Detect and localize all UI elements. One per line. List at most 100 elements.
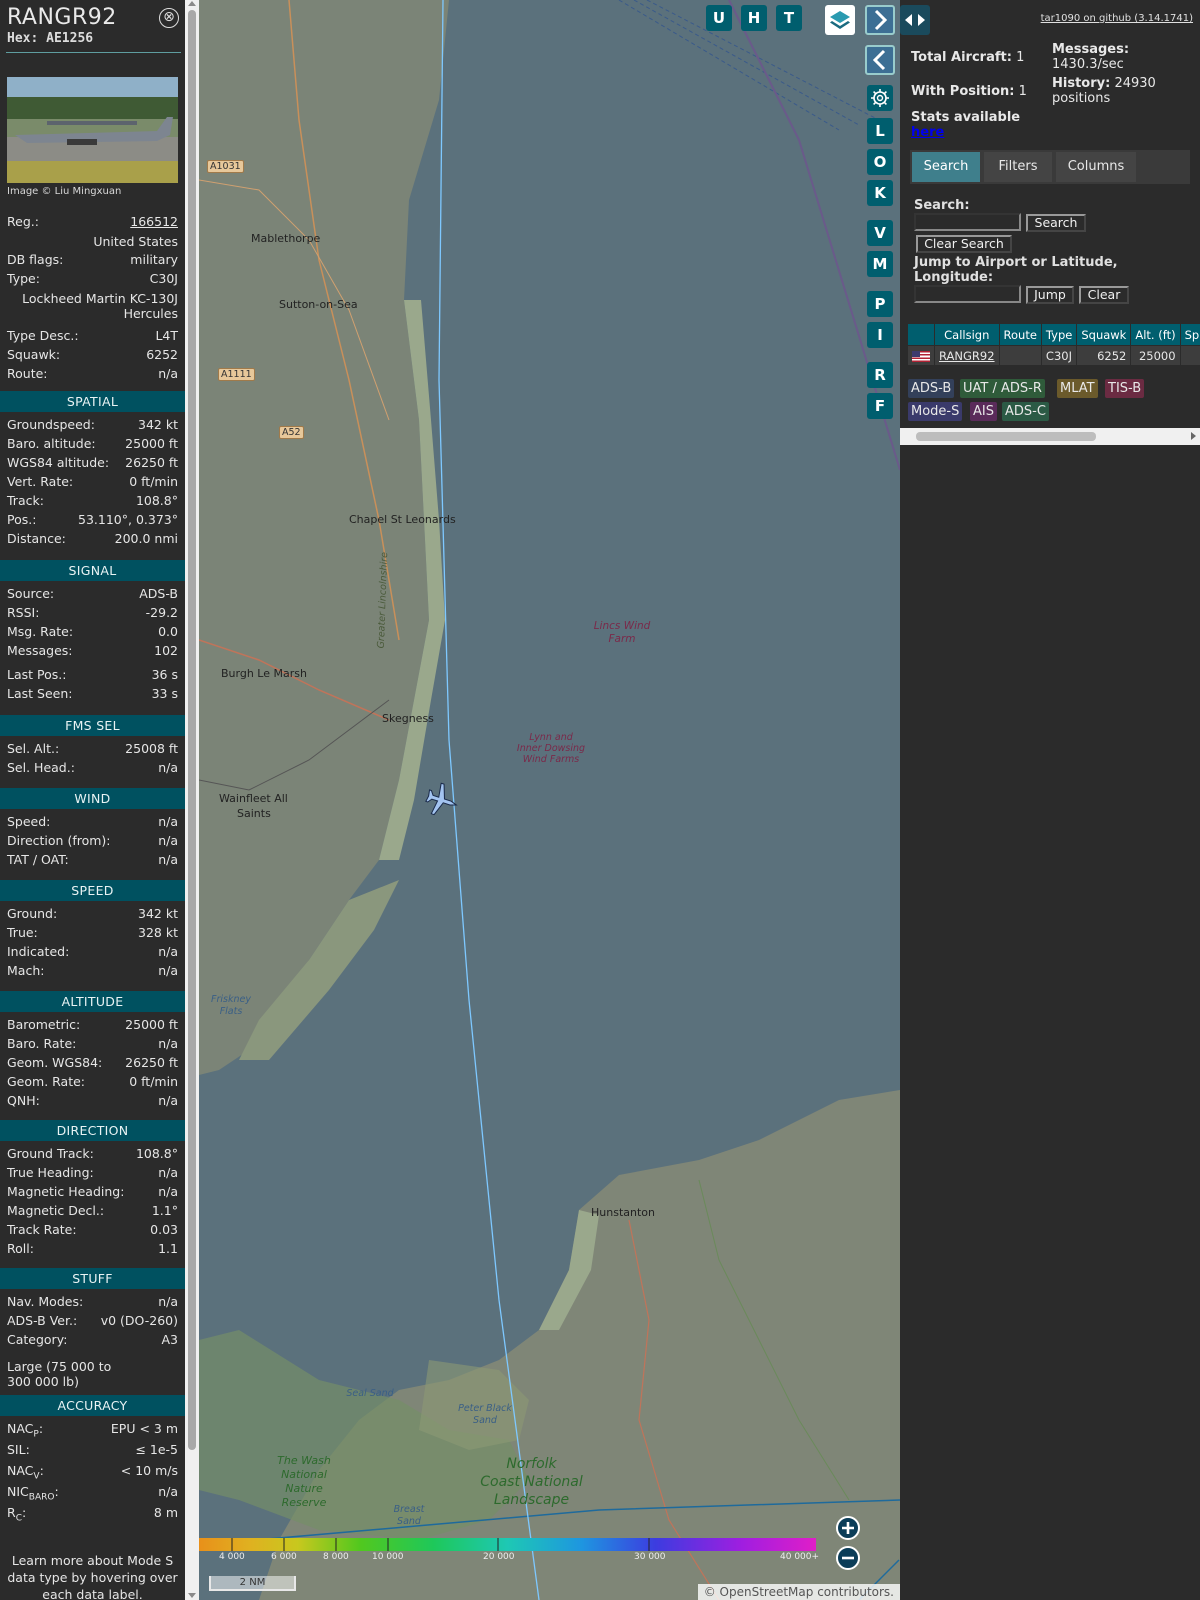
zoom-out-button[interactable] [836,1546,860,1570]
osm-link[interactable]: OpenStreetMap [720,1585,814,1599]
info-panel-scrollbar[interactable] [185,0,199,1600]
info-label[interactable]: Magnetic Decl.: [7,1202,104,1220]
info-label[interactable]: NACP: [7,1420,43,1444]
zoom-in-button[interactable] [836,1516,860,1540]
map-button-i[interactable]: I [867,322,893,348]
toggle-sidebar-button[interactable] [900,5,930,35]
column-header-speed[interactable]: Sp [1180,324,1200,345]
info-label[interactable]: WGS84 altitude: [7,454,109,472]
info-label[interactable]: NACV: [7,1462,44,1486]
info-label[interactable]: SIL: [7,1441,30,1459]
registration-link[interactable]: 166512 [130,213,178,231]
settings-button[interactable] [867,85,893,111]
info-label[interactable]: QNH: [7,1092,40,1110]
info-label[interactable]: True: [7,924,38,942]
info-label[interactable]: Geom. WGS84: [7,1054,102,1072]
aircraft-marker-icon[interactable] [423,780,461,820]
map-button-v[interactable]: V [867,220,893,246]
column-header-altitude[interactable]: Alt. (ft) [1131,324,1180,345]
info-label[interactable]: ADS-B Ver.: [7,1312,77,1330]
column-header-type[interactable]: Type [1041,324,1077,345]
map-button-f[interactable]: F [867,393,893,419]
column-header-callsign[interactable]: Callsign [935,324,999,345]
info-label[interactable]: Source: [7,585,54,603]
info-label[interactable]: Vert. Rate: [7,473,73,491]
map-button-p[interactable]: P [867,291,893,317]
info-label[interactable]: Baro. Rate: [7,1035,76,1053]
info-label[interactable]: Groundspeed: [7,416,95,434]
collapse-sidebar-button[interactable] [865,45,895,75]
table-horizontal-scrollbar[interactable] [900,428,1200,445]
github-link[interactable]: tar1090 on github (3.14.1741) [1041,13,1193,24]
info-label[interactable]: Last Pos.: [7,666,66,684]
info-label[interactable]: Pos.: [7,511,36,529]
info-label[interactable]: Direction (from): [7,832,111,850]
scroll-down-arrow-icon[interactable] [188,1593,196,1598]
jump-button[interactable]: Jump [1026,286,1074,304]
info-label[interactable]: Nav. Modes: [7,1293,83,1311]
callsign-link[interactable]: RANGR92 [939,349,995,363]
scroll-up-arrow-icon[interactable] [188,1,196,6]
info-label[interactable]: Category: [7,1331,67,1349]
info-label[interactable]: Ground Track: [7,1145,94,1163]
tab-filters[interactable]: Filters [984,152,1052,182]
info-label[interactable]: Ground: [7,905,57,923]
info-label[interactable]: Geom. Rate: [7,1073,85,1091]
info-label[interactable]: True Heading: [7,1164,94,1182]
info-label[interactable]: Track: [7,492,44,510]
stats-here-link[interactable]: here [911,125,944,140]
info-label[interactable]: Magnetic Heading: [7,1183,124,1201]
expand-sidebar-button[interactable] [865,5,895,35]
column-header-flag[interactable] [908,324,934,345]
info-label[interactable]: NICBARO: [7,1483,59,1507]
scroll-right-arrow-icon[interactable] [1191,432,1196,440]
legend-uat-ads-r[interactable]: UAT / ADS-R [960,379,1045,398]
info-label[interactable]: Barometric: [7,1016,80,1034]
map-button-h[interactable]: H [741,5,767,31]
map-button-t[interactable]: T [776,5,802,31]
search-button[interactable]: Search [1026,214,1086,232]
info-label[interactable]: Indicated: [7,943,69,961]
map-button-o[interactable]: O [867,149,893,175]
info-label[interactable]: Speed: [7,813,50,831]
column-header-squawk[interactable]: Squawk [1077,324,1131,345]
info-label[interactable]: Distance: [7,530,66,548]
info-label[interactable]: Msg. Rate: [7,623,73,641]
info-label[interactable]: Mach: [7,962,44,980]
layers-button[interactable] [825,5,855,35]
legend-ais[interactable]: AIS [970,402,997,421]
aircraft-photo[interactable] [7,77,178,183]
legend-tis-b[interactable]: TIS-B [1105,379,1145,398]
search-input[interactable] [914,213,1021,231]
info-label[interactable]: Last Seen: [7,685,72,703]
info-label[interactable]: Sel. Head.: [7,759,75,777]
legend-mode-s[interactable]: Mode-S [908,402,963,421]
info-label[interactable]: RC: [7,1504,26,1528]
info-label[interactable]: RSSI: [7,604,39,622]
legend-ads-c[interactable]: ADS-C [1002,402,1049,421]
clear-jump-button[interactable]: Clear [1079,286,1129,304]
info-label[interactable]: Track Rate: [7,1221,77,1239]
map-button-k[interactable]: K [867,180,893,206]
scrollbar-thumb[interactable] [188,10,196,1450]
clear-search-button[interactable]: Clear Search [916,235,1012,253]
info-label[interactable]: TAT / OAT: [7,851,69,869]
column-header-route[interactable]: Route [999,324,1041,345]
map-button-m[interactable]: M [867,251,893,277]
info-label[interactable]: Messages: [7,642,73,660]
legend-ads-b[interactable]: ADS-B [908,379,955,398]
table-row[interactable]: RANGR92 C30J 6252 25000 [908,346,1200,365]
legend-mlat[interactable]: MLAT [1057,379,1098,398]
close-info-button[interactable]: ⊗ [159,8,179,28]
info-label[interactable]: Roll: [7,1240,34,1258]
tab-columns[interactable]: Columns [1056,152,1136,182]
map-button-u[interactable]: U [706,5,732,31]
map-button-r[interactable]: R [867,362,893,388]
map-view[interactable]: A1031 A1111 A52 Mablethorpe Sutton-on-Se… [199,0,900,1600]
tab-search[interactable]: Search [912,152,980,182]
map-button-l[interactable]: L [867,118,893,144]
scrollbar-thumb[interactable] [916,432,1096,441]
info-label[interactable]: Baro. altitude: [7,435,96,453]
info-label[interactable]: Sel. Alt.: [7,740,59,758]
jump-input[interactable] [914,285,1021,303]
